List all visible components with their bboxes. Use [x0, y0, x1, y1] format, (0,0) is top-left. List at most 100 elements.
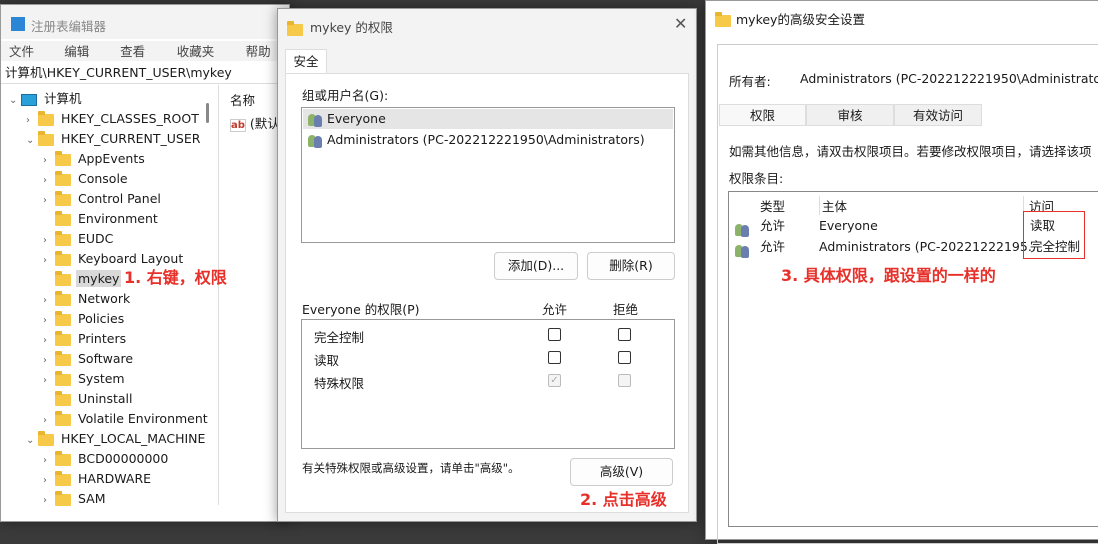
- read-allow-checkbox[interactable]: [548, 351, 561, 364]
- tree-item[interactable]: › HARDWARE: [43, 469, 153, 489]
- address-bar[interactable]: 计算机\HKEY_CURRENT_USER\mykey: [1, 62, 289, 84]
- annotation-same-permissions: 3. 具体权限，跟设置的一样的: [781, 266, 996, 285]
- close-icon[interactable]: ✕: [674, 14, 687, 33]
- tree-item-label: HKEY_CURRENT_USER: [61, 131, 201, 146]
- annotation-click-advanced: 2. 点击高级: [580, 490, 667, 509]
- folder-icon: [38, 130, 54, 146]
- users-icon: [307, 113, 323, 127]
- entry-principal: Everyone: [819, 218, 878, 233]
- menu-favorites[interactable]: 收藏夹(A): [177, 41, 232, 75]
- tree-item[interactable]: › Network: [43, 289, 132, 309]
- user-row-everyone[interactable]: Everyone: [303, 109, 673, 129]
- chevron-icon[interactable]: ›: [43, 371, 55, 391]
- tree-item[interactable]: › System: [43, 369, 127, 389]
- folder-icon: [55, 150, 71, 166]
- tab-permissions[interactable]: 权限: [719, 104, 806, 126]
- tree-item[interactable]: › EUDC: [43, 229, 115, 249]
- tree-item[interactable]: ⌄ 计算机: [9, 89, 84, 109]
- chevron-icon[interactable]: ›: [43, 231, 55, 251]
- chevron-icon[interactable]: ⌄: [9, 91, 21, 111]
- regedit-titlebar: 注册表编辑器: [1, 5, 289, 39]
- tab-security[interactable]: 安全: [285, 49, 327, 74]
- folder-icon: [55, 350, 71, 366]
- tree-item[interactable]: › Policies: [43, 309, 126, 329]
- chevron-icon[interactable]: ›: [43, 251, 55, 271]
- folder-icon: [55, 210, 71, 226]
- folder-icon: [55, 330, 71, 346]
- full-control-deny-checkbox[interactable]: [618, 328, 631, 341]
- tree-item[interactable]: › Software: [43, 349, 135, 369]
- tree-item[interactable]: Environment: [43, 209, 160, 229]
- tree-item-label: Control Panel: [78, 191, 161, 206]
- folder-icon: [55, 390, 71, 406]
- chevron-icon[interactable]: ›: [43, 331, 55, 351]
- col-principal[interactable]: 主体: [819, 196, 847, 215]
- tree-item[interactable]: › BCD00000000: [43, 449, 170, 469]
- tree-item-label: HKEY_LOCAL_MACHINE: [61, 431, 206, 446]
- tree-item[interactable]: ⌄ HKEY_CURRENT_USER: [26, 129, 202, 149]
- chevron-icon[interactable]: ›: [43, 351, 55, 371]
- tree-item[interactable]: › Volatile Environment: [43, 409, 210, 429]
- users-icon: [307, 134, 323, 148]
- perm-title: mykey 的权限: [310, 20, 393, 35]
- tree-item-label: HARDWARE: [78, 471, 152, 486]
- menu-edit[interactable]: 编辑(E): [64, 41, 106, 75]
- tab-effective-access[interactable]: 有效访问: [894, 104, 982, 126]
- menu-file[interactable]: 文件(F): [9, 41, 50, 75]
- full-control-allow-checkbox[interactable]: [548, 328, 561, 341]
- add-button[interactable]: 添加(D)...: [494, 252, 578, 280]
- menu-view[interactable]: 查看(V): [120, 41, 163, 75]
- tree-item-label: Software: [78, 351, 134, 366]
- tree-item-label: EUDC: [78, 231, 114, 246]
- tree-item[interactable]: › HKEY_CLASSES_ROOT: [26, 109, 201, 129]
- access-highlight-box: [1023, 211, 1085, 259]
- perm-for-label: Everyone 的权限(P): [302, 302, 420, 317]
- read-deny-checkbox[interactable]: [618, 351, 631, 364]
- chevron-icon[interactable]: ›: [43, 411, 55, 431]
- adv-panel: 所有者: Administrators (PC-202212221950\Adm…: [717, 44, 1098, 544]
- chevron-icon[interactable]: ⌄: [26, 131, 38, 151]
- chevron-icon[interactable]: ›: [43, 151, 55, 171]
- tree-item-label: Volatile Environment: [78, 411, 208, 426]
- tree-item-label: Environment: [78, 211, 158, 226]
- owner-value: Administrators (PC-202212221950\Administ…: [800, 71, 1098, 86]
- tree-item-label: Console: [78, 171, 128, 186]
- tree-item[interactable]: › Control Panel: [43, 189, 163, 209]
- tree-item[interactable]: › Printers: [43, 329, 128, 349]
- tree-item[interactable]: mykey: [43, 269, 122, 289]
- chevron-icon[interactable]: ›: [43, 191, 55, 211]
- chevron-icon[interactable]: ›: [43, 451, 55, 471]
- security-panel: 组或用户名(G): Everyone Administrators (PC-20…: [285, 73, 689, 513]
- folder-icon: [38, 110, 54, 126]
- chevron-icon[interactable]: ›: [43, 171, 55, 191]
- user-list[interactable]: Everyone Administrators (PC-202212221950…: [301, 107, 675, 243]
- tree-item[interactable]: › AppEvents: [43, 149, 147, 169]
- permission-entries-table[interactable]: 类型 主体 访问 允许 Everyone 读取 允许 Administrator…: [728, 191, 1098, 527]
- chevron-icon[interactable]: ›: [43, 491, 55, 511]
- deny-header: 拒绝: [613, 302, 639, 317]
- folder-icon: [55, 470, 71, 486]
- menu-bar: 文件(F) 编辑(E) 查看(V) 收藏夹(A) 帮助(H): [1, 41, 289, 75]
- chevron-icon[interactable]: ›: [43, 291, 55, 311]
- tree-item-label: Uninstall: [78, 391, 133, 406]
- advanced-button[interactable]: 高级(V): [570, 458, 673, 486]
- folder-icon: [55, 250, 71, 266]
- tree-item[interactable]: ⌄ HKEY_LOCAL_MACHINE: [26, 429, 207, 449]
- folder-icon: [55, 270, 71, 286]
- column-name-header[interactable]: 名称: [230, 90, 255, 109]
- chevron-icon[interactable]: ⌄: [26, 431, 38, 451]
- entries-label: 权限条目:: [729, 171, 784, 186]
- col-type[interactable]: 类型: [760, 196, 785, 215]
- remove-button[interactable]: 删除(R): [587, 252, 675, 280]
- chevron-icon[interactable]: ›: [43, 471, 55, 491]
- tree-item[interactable]: › SAM: [43, 489, 108, 509]
- chevron-icon[interactable]: ›: [43, 311, 55, 331]
- permissions-dialog: mykey 的权限 ✕ 安全 组或用户名(G): Everyone Admini…: [277, 8, 697, 522]
- user-row-administrators[interactable]: Administrators (PC-202212221950\Administ…: [303, 130, 673, 150]
- tree-scrollbar[interactable]: [206, 103, 209, 123]
- tree-item[interactable]: Uninstall: [43, 389, 135, 409]
- tab-auditing[interactable]: 审核: [806, 104, 894, 126]
- chevron-icon[interactable]: ›: [26, 111, 38, 131]
- tree-item[interactable]: › Console: [43, 169, 130, 189]
- tree-item-label: Policies: [78, 311, 125, 326]
